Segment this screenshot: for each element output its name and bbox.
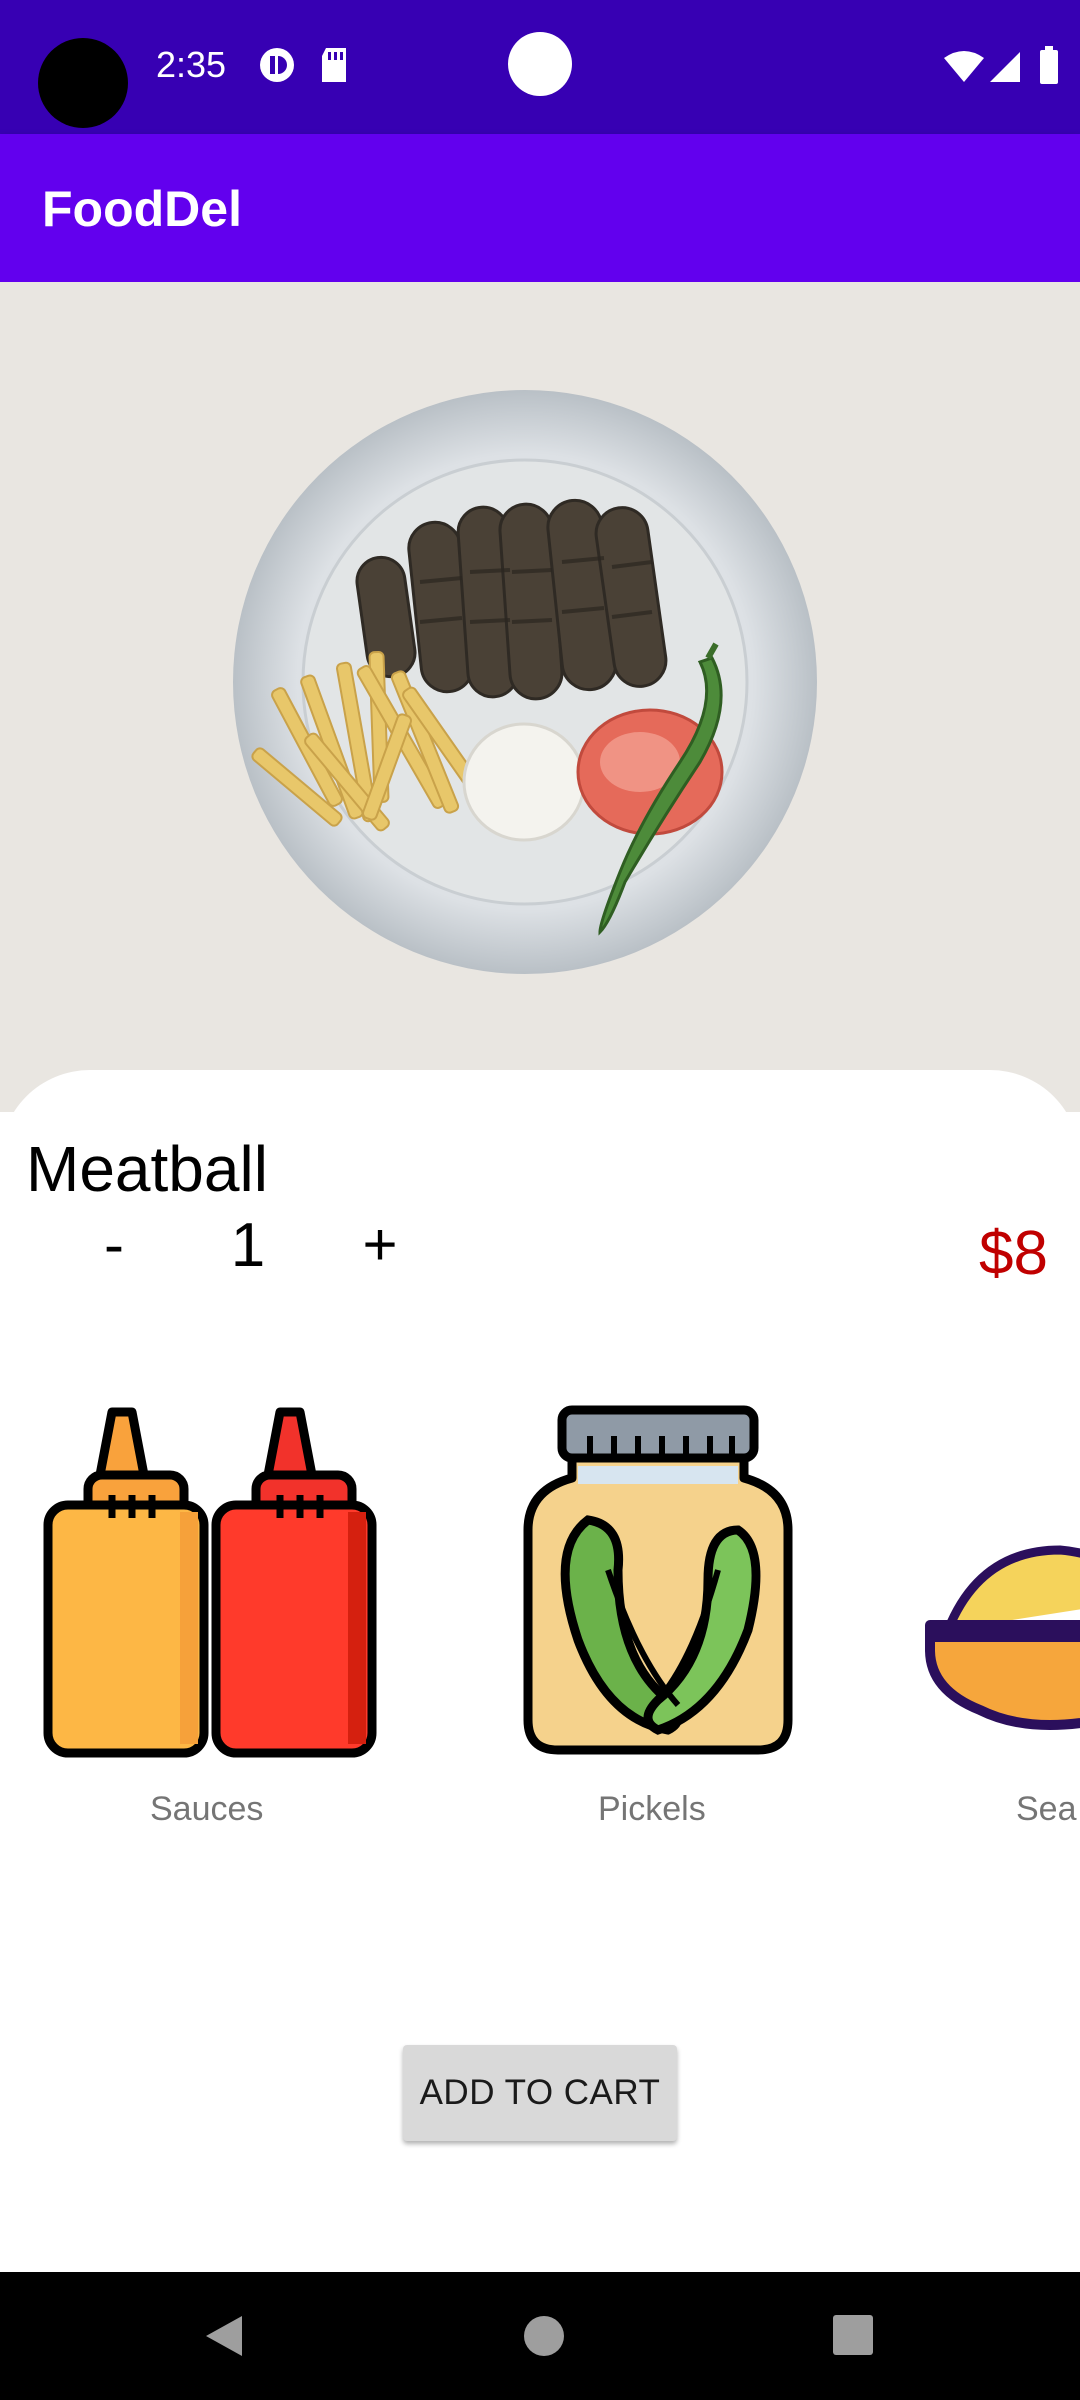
camera-cutout bbox=[38, 38, 128, 128]
sync-icon bbox=[258, 46, 296, 89]
item-price: $8 bbox=[979, 1219, 1048, 1288]
addon-pickels[interactable]: Pickels bbox=[518, 1400, 798, 1828]
addon-sauces[interactable]: Sauces bbox=[40, 1400, 380, 1828]
app-bar: FoodDel bbox=[0, 134, 1080, 282]
decrease-quantity-button[interactable]: - bbox=[84, 1210, 144, 1279]
item-detail-sheet: Meatball - 1 + $8 Sauces Pickels Sea ADD… bbox=[0, 1070, 1080, 2272]
increase-quantity-button[interactable]: + bbox=[350, 1210, 410, 1279]
status-time: 2:35 bbox=[156, 44, 227, 85]
addon-label: Sauces bbox=[150, 1790, 264, 1828]
hero-image-area bbox=[0, 282, 1080, 1112]
quantity-value: 1 bbox=[230, 1211, 266, 1280]
addon-label: Sea bbox=[1016, 1790, 1077, 1828]
back-icon[interactable] bbox=[200, 2312, 248, 2365]
recents-icon[interactable] bbox=[830, 2312, 876, 2363]
addon-seasoning[interactable]: Sea bbox=[920, 1400, 1080, 1830]
front-camera-dot bbox=[508, 32, 572, 96]
meatball-plate-photo bbox=[233, 390, 817, 974]
status-bar: 2:35 bbox=[0, 0, 1080, 134]
add-to-cart-button[interactable]: ADD TO CART bbox=[403, 2045, 677, 2141]
sauce-bottles-icon bbox=[43, 1407, 377, 1758]
signal-icon bbox=[988, 50, 1022, 89]
navigation-bar bbox=[0, 2272, 1080, 2400]
addon-label: Pickels bbox=[598, 1790, 706, 1828]
pickle-jar-icon bbox=[523, 1405, 793, 1755]
home-icon[interactable] bbox=[520, 2312, 568, 2365]
battery-icon bbox=[1038, 46, 1060, 91]
item-name: Meatball bbox=[26, 1133, 268, 1205]
app-title: FoodDel bbox=[42, 181, 242, 237]
seasoning-bowl-icon bbox=[925, 1545, 1080, 1730]
sd-card-icon bbox=[318, 46, 350, 89]
wifi-icon bbox=[942, 50, 986, 89]
